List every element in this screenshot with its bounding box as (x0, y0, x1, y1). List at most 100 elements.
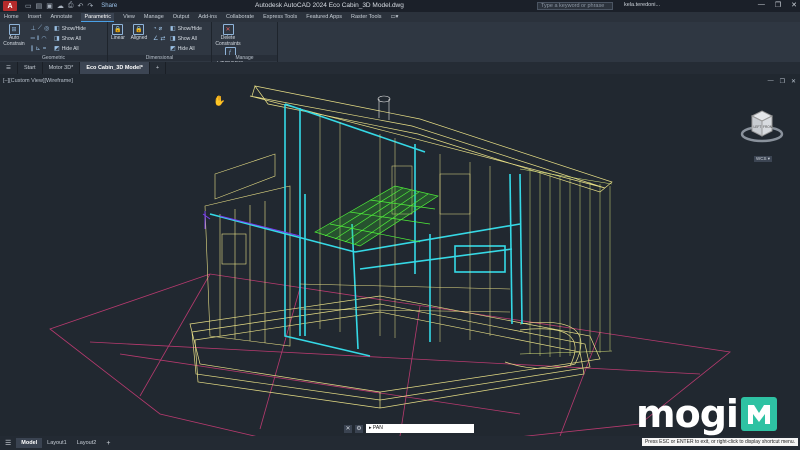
dim-hide-all-icon: ◩ (170, 46, 176, 52)
geometric-hide-all-button[interactable]: ◩ Hide All (54, 44, 86, 53)
show-all-label: Show All (61, 35, 81, 42)
hide-all-label: Hide All (61, 45, 79, 52)
undo-icon[interactable]: ↶ (77, 2, 83, 10)
layout-tab-model[interactable]: Model (16, 438, 43, 448)
open-folder-icon[interactable]: ▤ (36, 2, 43, 10)
quick-access-toolbar: ▭ ▤ ▣ ☁ ⎙ ↶ ↷ (25, 2, 93, 10)
command-close-icon[interactable]: ✕ (344, 424, 352, 433)
tab-view[interactable]: View (123, 14, 135, 20)
tangent-icon[interactable]: ◠ (41, 35, 46, 42)
viewport-minimize-icon[interactable]: — (768, 78, 774, 85)
file-tab-bar: ☰ Start Motor 3D* Eco Cabin_3D Model* + (0, 62, 800, 74)
tab-raster-tools[interactable]: Raster Tools (351, 14, 381, 20)
tab-manage[interactable]: Manage (144, 14, 164, 20)
restore-icon[interactable]: ❐ (775, 1, 781, 9)
angular-icon[interactable]: ∠ (153, 35, 158, 42)
tab-annotate[interactable]: Annotate (50, 14, 72, 20)
new-file-icon[interactable]: ▭ (25, 2, 32, 10)
share-button[interactable]: Share (101, 3, 117, 9)
ribbon-tab-bar: Home Insert Annotate Parametric View Man… (0, 12, 800, 22)
manage-panel-label[interactable]: Manage (212, 55, 277, 61)
convert-icon[interactable]: ⇄ (160, 35, 165, 42)
layout-tab-layout2[interactable]: Layout2 (72, 438, 102, 448)
geometric-panel-label[interactable]: Geometric (0, 55, 107, 61)
tab-add-ins[interactable]: Add-ins (198, 14, 217, 20)
viewcube[interactable]: LEFT FRONT (740, 104, 784, 144)
viewcube-front-face: FRONT (763, 125, 774, 129)
perpendicular-icon[interactable]: ⊾ (36, 45, 41, 52)
minimize-icon[interactable]: — (758, 1, 765, 9)
panel-manage: ✕ Delete Constraints ƒ Parameters Manage… (212, 22, 278, 69)
dim-show-all-icon: ◨ (170, 36, 176, 42)
show-hide-icon: ◧ (54, 26, 60, 32)
left-wing (204, 153, 291, 347)
redo-icon[interactable]: ↷ (87, 2, 93, 10)
show-hide-label: Show/Hide (61, 25, 86, 32)
panel-dimensional: 🔒 Linear 🔒 Aligned ◔ ⌀ ∠ ⇄ ◧ Show/Hide ◨ Sho… (108, 22, 212, 62)
wcs-menu[interactable]: WCS ▾ (754, 156, 773, 162)
hide-all-icon: ◩ (54, 46, 60, 52)
linear-label: Linear (111, 35, 125, 41)
dimensional-hide-all-button[interactable]: ◩ Hide All (170, 44, 202, 53)
layout-tab-layout1[interactable]: Layout1 (42, 438, 72, 448)
geometric-show-hide-button[interactable]: ◧ Show/Hide (54, 24, 86, 33)
tab-insert[interactable]: Insert (28, 14, 42, 20)
dimensional-visibility: ◧ Show/Hide ◨ Show All ◩ Hide All (170, 24, 202, 53)
tab-collaborate[interactable]: Collaborate (226, 14, 254, 20)
auto-constrain-button[interactable]: ⊞ Auto Constrain (3, 24, 25, 47)
vertical-icon[interactable]: ‖ (37, 36, 39, 42)
coincident-icon[interactable]: ⊥ (31, 25, 36, 32)
file-tab-eco-cabin[interactable]: Eco Cabin_3D Model* (80, 62, 150, 74)
delete-constraints-label: Delete Constraints (215, 35, 241, 47)
roof (249, 85, 613, 193)
horizontal-icon[interactable]: ═ (31, 36, 35, 42)
menu-icon[interactable]: ☰ (0, 62, 18, 74)
layout-menu-icon[interactable]: ☰ (5, 439, 11, 447)
new-tab-button[interactable]: + (150, 62, 167, 74)
tab-featured-apps[interactable]: Featured Apps (306, 14, 342, 20)
ribbon-options-icon[interactable]: ▭▾ (390, 14, 398, 20)
search-input[interactable]: Type a keyword or phrase (537, 2, 613, 10)
user-account[interactable]: kela.teredoni... (624, 2, 660, 8)
viewport-restore-icon[interactable]: ❐ (780, 78, 785, 85)
green-panel (314, 185, 439, 247)
dimensional-show-all-button[interactable]: ◨ Show All (170, 34, 202, 43)
command-input[interactable]: ▸ PAN (366, 424, 474, 433)
application-menu-button[interactable]: A (3, 1, 17, 11)
tab-parametric[interactable]: Parametric (81, 12, 115, 22)
viewport-controls-label[interactable]: [–][Custom View][Wireframe] (3, 78, 73, 84)
linear-button[interactable]: 🔒 Linear (111, 24, 125, 42)
title-bar: A ▭ ▤ ▣ ☁ ⎙ ↶ ↷ Share Autodesk AutoCAD 2… (0, 0, 800, 12)
tab-output[interactable]: Output (173, 14, 190, 20)
tab-express-tools[interactable]: Express Tools (263, 14, 297, 20)
diameter-icon[interactable]: ⌀ (159, 25, 163, 32)
aligned-button[interactable]: 🔒 Aligned (131, 24, 147, 42)
save-icon[interactable]: ▣ (46, 2, 53, 10)
print-icon[interactable]: ⎙ (68, 2, 74, 10)
drawing-viewport[interactable]: [–][Custom View][Wireframe] — ❐ ✕ ✋ LEFT… (0, 74, 800, 436)
add-layout-icon[interactable]: + (106, 440, 110, 447)
collinear-icon[interactable]: ⟋ (38, 25, 42, 32)
lock-linear-icon: 🔒 (112, 24, 124, 35)
close-icon[interactable]: ✕ (791, 1, 797, 9)
equal-icon[interactable]: = (43, 46, 47, 52)
command-customize-icon[interactable]: ⚙ (355, 424, 363, 433)
viewport-close-icon[interactable]: ✕ (791, 78, 796, 85)
file-tab-start[interactable]: Start (18, 62, 43, 74)
parallel-icon[interactable]: ∥ (31, 45, 34, 52)
file-tab-motor-3d[interactable]: Motor 3D* (43, 62, 81, 74)
tab-home[interactable]: Home (4, 14, 19, 20)
delete-constraints-button[interactable]: ✕ Delete Constraints (215, 24, 241, 47)
geometric-show-all-button[interactable]: ◨ Show All (54, 34, 86, 43)
dimensional-show-hide-button[interactable]: ◧ Show/Hide (170, 24, 202, 33)
dimensional-panel-label[interactable]: Dimensional (108, 55, 211, 61)
save-cloud-icon[interactable]: ☁ (57, 2, 64, 10)
mogi-logo: mogi (636, 392, 777, 436)
radius-icon[interactable]: ◔ (153, 26, 157, 32)
show-all-icon: ◨ (54, 36, 60, 42)
concentric-icon[interactable]: ◎ (44, 25, 49, 32)
chimney (377, 95, 391, 120)
window-title: Autodesk AutoCAD 2024 Eco Cabin_3D Model… (255, 2, 404, 9)
logo-text: mogi (636, 392, 739, 436)
delete-constraints-icon: ✕ (222, 24, 234, 35)
